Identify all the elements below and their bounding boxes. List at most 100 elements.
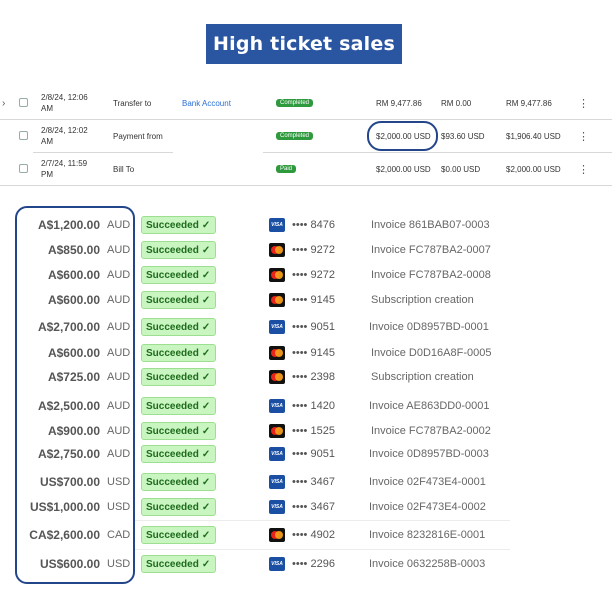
succeeded-badge: Succeeded ✓ [141,473,216,491]
visa-card-icon: VISA [269,218,285,232]
check-icon: ✓ [201,321,211,333]
succeeded-badge: Succeeded ✓ [141,368,216,386]
transaction-row[interactable]: › 2/8/24, 12:06 AM Transfer to Bank Account… [0,87,612,119]
divider [134,549,510,550]
payment-description: Invoice FC787BA2-0008 [371,269,491,281]
divider [134,520,510,521]
status-badge-label: Completed [276,99,314,107]
more-options-icon[interactable]: ⋮ [578,153,589,185]
highlight-oval [367,121,438,151]
mastercard-card-icon [269,293,285,307]
mastercard-card-icon [269,528,285,542]
transaction-type: Transfer to [113,98,152,108]
more-options-icon[interactable]: ⋮ [578,120,589,152]
check-icon: ✓ [201,501,211,513]
payment-description: Invoice FC787BA2-0007 [371,244,491,256]
succeeded-badge-label: Succeeded [146,244,199,256]
check-icon: ✓ [201,244,211,256]
visa-card-icon: VISA [269,475,285,489]
divider [0,185,612,186]
payment-description: Invoice 02F473E4-0002 [369,501,486,513]
transaction-link[interactable]: Bank Account [182,87,231,119]
succeeded-badge: Succeeded ✓ [141,445,216,463]
mastercard-card-icon [269,424,285,438]
check-icon: ✓ [201,425,211,437]
card-last4: •••• 9272 [292,269,335,281]
succeeded-badge-label: Succeeded [146,269,199,281]
net-amount: $1,906.40 USD [506,131,561,141]
transaction-date: 2/7/24, 11:59 PM [41,159,88,179]
check-icon: ✓ [201,448,211,460]
check-icon: ✓ [201,371,211,383]
payment-description: Invoice 8232816E-0001 [369,529,486,541]
more-options-icon[interactable]: ⋮ [578,87,589,119]
check-icon: ✓ [201,476,211,488]
succeeded-badge: Succeeded ✓ [141,291,216,309]
gross-amount: $2,000.00 USD [376,164,431,174]
payment-description: Invoice 0D8957BD-0001 [369,321,489,333]
succeeded-badge-label: Succeeded [146,321,199,333]
payment-description: Invoice 02F473E4-0001 [369,476,486,488]
transaction-date: 2/8/24, 12:02 AM [41,126,88,146]
succeeded-badge: Succeeded ✓ [141,555,216,573]
card-last4: •••• 3467 [292,501,335,513]
payment-description: Invoice D0D16A8F-0005 [371,347,492,359]
succeeded-badge: Succeeded ✓ [141,397,216,415]
status-badge: Completed [276,120,314,152]
check-icon: ✓ [201,347,211,359]
fee-amount: $93.60 USD [441,131,485,141]
card-last4: •••• 9145 [292,347,335,359]
transaction-type: Bill To [113,164,135,174]
succeeded-badge: Succeeded ✓ [141,422,216,440]
visa-card-icon: VISA [269,500,285,514]
card-last4: •••• 3467 [292,476,335,488]
fee-amount: RM 0.00 [441,98,472,108]
transaction-row[interactable]: 2/7/24, 11:59 PM Bill To Paid $2,000.00 USD… [0,153,612,185]
page-banner: High ticket sales [206,24,402,64]
succeeded-badge: Succeeded ✓ [141,266,216,284]
mastercard-card-icon [269,370,285,384]
visa-card-icon: VISA [269,320,285,334]
chevron-right-icon[interactable]: › [2,87,5,119]
card-last4: •••• 9272 [292,244,335,256]
succeeded-badge-label: Succeeded [146,529,199,541]
transaction-date: 2/8/24, 12:06 AM [41,93,88,113]
payment-description: Invoice 0D8957BD-0003 [369,448,489,460]
visa-card-icon: VISA [269,399,285,413]
status-badge: Completed [276,87,314,119]
status-badge: Paid [276,153,297,185]
succeeded-badge: Succeeded ✓ [141,344,216,362]
fee-amount: $0.00 USD [441,164,481,174]
card-last4: •••• 1525 [292,425,335,437]
row-checkbox[interactable] [19,164,28,173]
check-icon: ✓ [201,558,211,570]
succeeded-badge-label: Succeeded [146,425,199,437]
check-icon: ✓ [201,529,211,541]
visa-card-icon: VISA [269,447,285,461]
card-last4: •••• 8476 [292,219,335,231]
transaction-row[interactable]: 2/8/24, 12:02 AM Payment from Completed $2,… [0,120,612,152]
mastercard-card-icon [269,346,285,360]
check-icon: ✓ [201,219,211,231]
succeeded-badge: Succeeded ✓ [141,526,216,544]
row-checkbox[interactable] [19,98,28,107]
card-last4: •••• 1420 [292,400,335,412]
succeeded-badge: Succeeded ✓ [141,318,216,336]
succeeded-badge-label: Succeeded [146,501,199,513]
payment-description: Invoice 861BAB07-0003 [371,219,490,231]
card-last4: •••• 2296 [292,558,335,570]
succeeded-badge-label: Succeeded [146,476,199,488]
card-last4: •••• 2398 [292,371,335,383]
succeeded-badge-label: Succeeded [146,558,199,570]
card-last4: •••• 9145 [292,294,335,306]
visa-card-icon: VISA [269,557,285,571]
gross-amount: RM 9,477.86 [376,98,422,108]
succeeded-badge-label: Succeeded [146,219,199,231]
mastercard-card-icon [269,243,285,257]
succeeded-badge: Succeeded ✓ [141,241,216,259]
card-last4: •••• 4902 [292,529,335,541]
card-last4: •••• 9051 [292,448,335,460]
row-checkbox[interactable] [19,131,28,140]
payment-description: Subscription creation [371,371,474,383]
succeeded-badge: Succeeded ✓ [141,216,216,234]
